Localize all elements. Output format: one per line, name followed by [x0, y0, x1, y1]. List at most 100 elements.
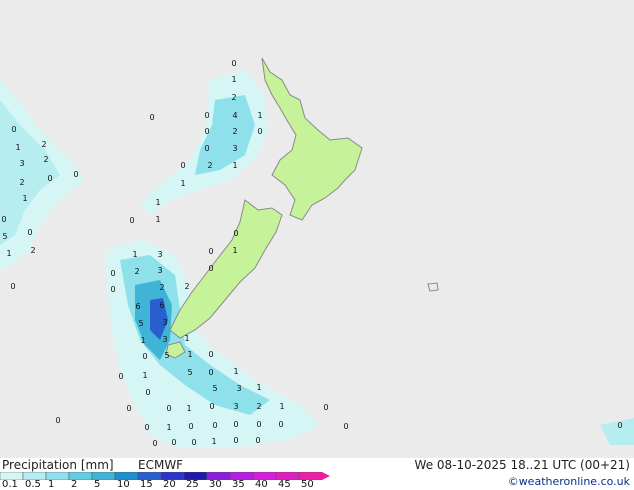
precip-value-label: 5	[138, 319, 143, 328]
chatham-island	[427, 282, 439, 292]
precip-value-label: 2	[43, 155, 48, 164]
precip-value-label: 1	[155, 215, 160, 224]
color-scale-tick-label: 40	[255, 479, 268, 490]
color-scale-arrow	[322, 472, 330, 480]
precip-value-label: 1	[233, 367, 238, 376]
precip-value-label: 0	[166, 404, 171, 413]
precipitation-layer	[0, 70, 634, 448]
precip-value-label: 1	[166, 423, 171, 432]
precip-value-label: 2	[184, 282, 189, 291]
precip-value-label: 0	[144, 423, 149, 432]
color-scale-tick-label: 15	[140, 479, 153, 490]
precip-value-label: 1	[232, 161, 237, 170]
precip-value-label: 1	[279, 402, 284, 411]
precip-value-label: 0	[142, 352, 147, 361]
precip-value-label: 0	[126, 404, 131, 413]
color-scale-tick-label: 25	[186, 479, 199, 490]
precip-value-label: 0	[152, 439, 157, 448]
precip-value-label: 0	[1, 215, 6, 224]
precip-value-label: 2	[231, 93, 236, 102]
precip-value-label: 1	[15, 143, 20, 152]
precip-value-label: 0	[231, 59, 236, 68]
precip-value-label: 0	[278, 420, 283, 429]
north-island	[261, 57, 363, 221]
precip-value-label: 0	[188, 422, 193, 431]
precip-value-label: 0	[129, 216, 134, 225]
precip-value-label: 0	[233, 229, 238, 238]
precip-value-label: 4	[232, 111, 237, 120]
precip-value-label: 0	[209, 402, 214, 411]
precip-value-label: 0	[208, 350, 213, 359]
precip-value-label: 1	[6, 249, 11, 258]
value-labels: 0120 4 100 2 000 31 20 2 13 20 02 1110010521 001 3 10 2…	[1, 59, 622, 448]
precip-value-label: 0	[323, 403, 328, 412]
precip-value-label: 3	[162, 335, 167, 344]
precip-value-label: 3	[233, 402, 238, 411]
precip-value-label: 0	[256, 420, 261, 429]
precip-value-label: 0	[55, 416, 60, 425]
color-scale-tick-label: 45	[278, 479, 291, 490]
precip-value-label: 2	[159, 283, 164, 292]
precip-value-label: 1	[184, 334, 189, 343]
color-scale-tick-label: 0.5	[25, 479, 41, 490]
precip-value-label: 0	[257, 127, 262, 136]
precip-value-label: 0	[233, 436, 238, 445]
precip-value-label: 0	[617, 421, 622, 430]
precip-value-label: 2	[232, 127, 237, 136]
model-name: ECMWF	[138, 458, 184, 472]
credit-link[interactable]: ©weatheronline.co.uk	[508, 475, 630, 488]
precip-value-label: 0	[208, 264, 213, 273]
precip-value-label: 6	[159, 301, 164, 310]
precip-value-label: 3	[19, 159, 24, 168]
color-scale-tick-label: 0.1	[2, 479, 18, 490]
precip-value-label: 1	[257, 111, 262, 120]
precip-value-label: 0	[11, 125, 16, 134]
color-scale-tick-label: 1	[48, 479, 55, 490]
precip-value-label: 0	[110, 285, 115, 294]
precip-value-label: 0	[110, 269, 115, 278]
precip-value-label: 0	[233, 420, 238, 429]
precip-value-label: 2	[41, 140, 46, 149]
precip-value-label: 3	[157, 250, 162, 259]
precip-value-label: 5	[212, 384, 217, 393]
precip-value-label: 3	[236, 384, 241, 393]
precip-value-label: 0	[180, 161, 185, 170]
precip-value-label: 0	[171, 438, 176, 447]
precip-value-label: 0	[204, 144, 209, 153]
precip-value-label: 0	[212, 421, 217, 430]
precip-value-label: 0	[10, 282, 15, 291]
precip-value-label: 0	[149, 113, 154, 122]
precip-value-label: 0	[204, 127, 209, 136]
color-scale-tick-label: 10	[117, 479, 130, 490]
precip-value-label: 0	[73, 170, 78, 179]
precip-value-label: 0	[145, 388, 150, 397]
precip-value-label: 1	[132, 250, 137, 259]
precip-value-label: 1	[232, 246, 237, 255]
precip-value-label: 5	[164, 351, 169, 360]
precip-value-label: 6	[135, 302, 140, 311]
precip-value-label: 1	[186, 404, 191, 413]
color-scale-tick-label: 35	[232, 479, 245, 490]
precip-value-label: 3	[162, 318, 167, 327]
precip-value-label: 0	[208, 368, 213, 377]
precip-value-label: 1	[22, 194, 27, 203]
precip-value-label: 5	[2, 232, 7, 241]
precip-value-label: 1	[180, 179, 185, 188]
precip-value-label: 1	[211, 437, 216, 446]
precip-value-label: 1	[187, 350, 192, 359]
precip-value-label: 0	[255, 436, 260, 445]
precip-value-label: 2	[207, 161, 212, 170]
precip-value-label: 2	[134, 267, 139, 276]
precip-value-label: 0	[27, 228, 32, 237]
legend-bar: Precipitation [mm] ECMWF We 08-10-2025 1…	[0, 458, 634, 490]
precip-value-label: 0	[118, 372, 123, 381]
precip-value-label: 0	[208, 247, 213, 256]
precip-value-label: 1	[155, 198, 160, 207]
precip-value-label: 1	[142, 371, 147, 380]
color-scale-tick-label: 5	[94, 479, 101, 490]
precip-value-label: 3	[232, 144, 237, 153]
precip-value-label: 1	[256, 383, 261, 392]
land-layer	[165, 57, 439, 359]
valid-time: We 08-10-2025 18..21 UTC (00+21)	[414, 458, 630, 472]
precip-value-label: 0	[204, 111, 209, 120]
